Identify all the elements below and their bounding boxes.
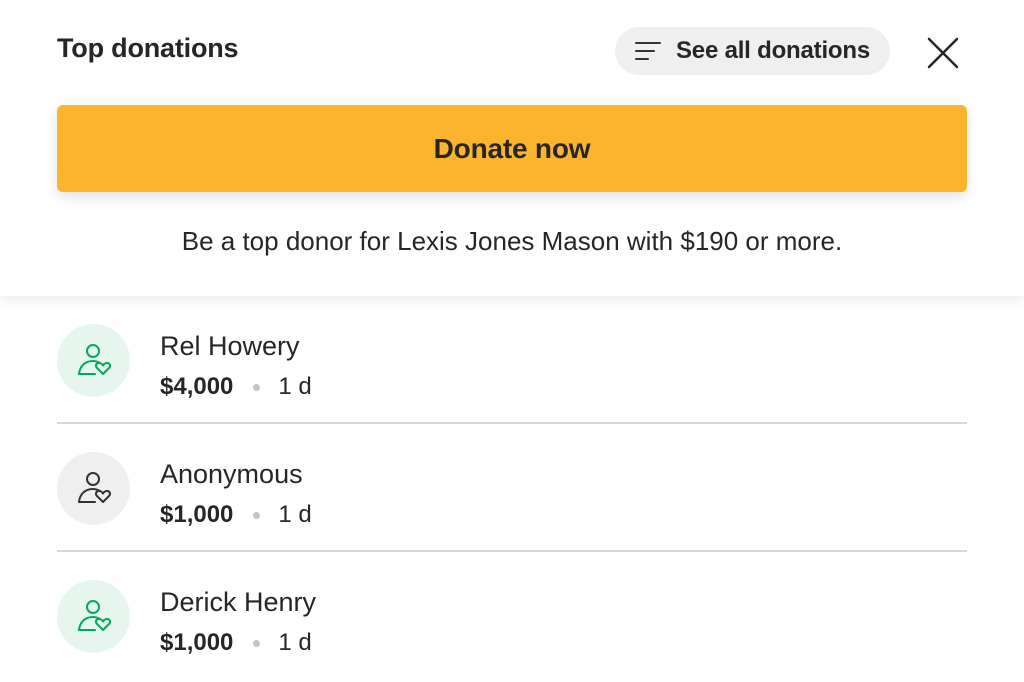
avatar: [57, 324, 130, 397]
separator-dot: [253, 639, 261, 647]
separator-dot: [253, 383, 261, 391]
person-heart-icon: [77, 599, 111, 631]
donation-time: 1 d: [278, 373, 312, 400]
avatar: [57, 452, 130, 525]
close-button[interactable]: [924, 34, 962, 72]
top-donor-tagline: Be a top donor for Lexis Jones Mason wit…: [181, 226, 843, 256]
see-all-donations-label: See all donations: [676, 37, 870, 64]
avatar: [57, 580, 130, 653]
donation-row: Anonymous $1,000 1 d: [57, 424, 967, 552]
donation-row: Derick Henry $1,000 1 d: [57, 552, 967, 680]
donation-meta: $1,000 1 d: [160, 501, 312, 529]
close-icon: [927, 37, 959, 69]
donor-name: Rel Howery: [160, 331, 300, 361]
see-all-donations-button[interactable]: See all donations: [615, 27, 890, 75]
donation-amount: $4,000: [160, 373, 234, 400]
donation-amount: $1,000: [160, 629, 234, 656]
donation-meta: $4,000 1 d: [160, 373, 312, 401]
donor-name: Derick Henry: [160, 587, 317, 617]
separator-dot: [253, 511, 261, 519]
filter-lines-icon: [635, 40, 661, 62]
donation-meta: $1,000 1 d: [160, 629, 312, 657]
donation-list: Rel Howery $4,000 1 d Anonymous $1,000 1…: [57, 296, 967, 680]
donation-time: 1 d: [278, 501, 312, 528]
person-heart-icon: [77, 343, 111, 375]
donor-name: Anonymous: [160, 459, 303, 489]
person-heart-icon: [77, 471, 111, 503]
donation-time: 1 d: [278, 629, 312, 656]
donate-now-button[interactable]: Donate now: [57, 105, 967, 192]
donation-amount: $1,000: [160, 501, 234, 528]
modal-title: Top donations: [57, 33, 239, 63]
donation-row: Rel Howery $4,000 1 d: [57, 296, 967, 424]
modal-header: Top donations See all donations Donate n…: [0, 0, 1024, 296]
top-donations-modal: Top donations See all donations Donate n…: [0, 0, 1024, 682]
